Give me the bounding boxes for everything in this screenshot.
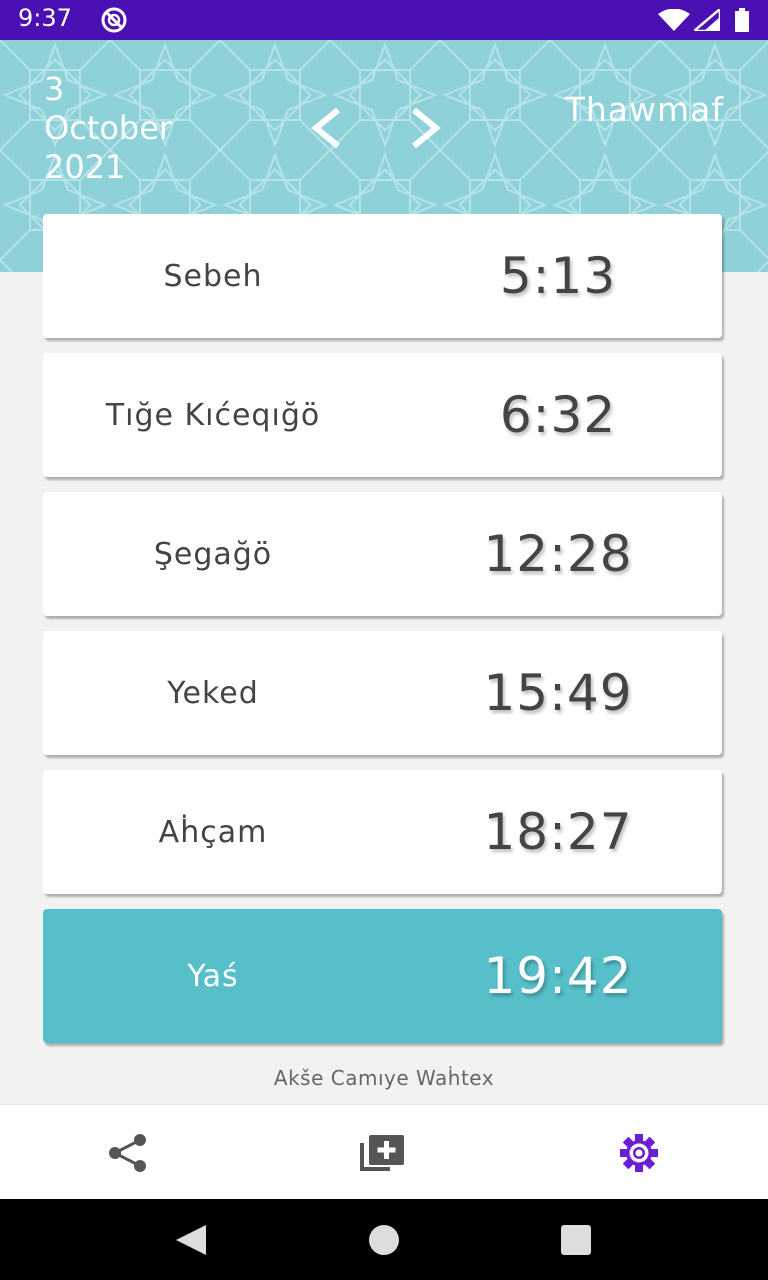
prayer-times-list: Sebeh 5:13 Tığe Kıćeqığö 6:32 Şegağö 12:…: [43, 214, 722, 1058]
share-icon: [109, 1134, 146, 1172]
prayer-card-tige-kiceqigo[interactable]: Tığe Kıćeqığö 6:32: [43, 353, 722, 477]
prayer-card-sebeh[interactable]: Sebeh 5:13: [43, 214, 722, 338]
date-month: October: [44, 109, 173, 147]
mosque-name-label: Akše Camıye Waḣtex: [273, 1066, 495, 1090]
prayer-time: 6:32: [499, 386, 617, 444]
prayer-card-ahcam[interactable]: Aḣçam 18:27: [43, 770, 722, 894]
status-bar: 9:37: [0, 0, 768, 40]
prayer-time: 19:42: [483, 947, 633, 1005]
date-year: 2021: [44, 148, 126, 186]
prayer-card-yas-active[interactable]: Yaś 19:42: [43, 909, 722, 1043]
chevron-left-icon: [311, 107, 340, 149]
date-day: 3: [44, 70, 65, 108]
prayer-name: Yeked: [167, 675, 259, 711]
prev-day-button[interactable]: [308, 106, 344, 154]
prayer-time: 15:49: [483, 664, 633, 722]
prayer-name: Aḣçam: [158, 814, 268, 850]
battery-icon: [734, 8, 750, 36]
gear-icon: [620, 1134, 658, 1172]
recents-button[interactable]: [559, 1223, 593, 1261]
home-button[interactable]: [367, 1223, 401, 1261]
prayer-name: Tığe Kıćeqığö: [105, 397, 321, 433]
bottom-toolbar: [0, 1104, 768, 1200]
prayer-time: 12:28: [483, 525, 633, 583]
prayer-card-yeked[interactable]: Yeked 15:49: [43, 631, 722, 755]
prayer-time: 5:13: [499, 247, 617, 305]
chevron-right-icon: [412, 107, 441, 149]
next-day-button[interactable]: [408, 106, 444, 154]
system-navigation-bar: [0, 1199, 768, 1280]
signal-icon: [690, 6, 722, 35]
share-button[interactable]: [106, 1133, 150, 1173]
recents-square-icon: [561, 1225, 591, 1255]
date-display: 3 October 2021: [44, 70, 172, 187]
home-circle-icon: [369, 1225, 399, 1255]
prayer-time: 18:27: [483, 803, 633, 861]
prayer-name: Şegağö: [153, 536, 273, 572]
wifi-icon: [658, 8, 690, 35]
no-disturb-icon: [98, 7, 130, 37]
back-triangle-icon: [176, 1225, 206, 1255]
settings-button[interactable]: [617, 1133, 661, 1173]
add-to-library-button[interactable]: [360, 1133, 404, 1173]
prayer-name: Yaś: [187, 958, 239, 994]
status-time: 9:37: [18, 4, 72, 32]
back-button[interactable]: [174, 1223, 208, 1261]
prayer-name: Sebeh: [163, 258, 263, 294]
city-name[interactable]: Thawmaf: [565, 90, 724, 129]
library-add-icon: [360, 1135, 404, 1171]
prayer-card-segago[interactable]: Şegağö 12:28: [43, 492, 722, 616]
